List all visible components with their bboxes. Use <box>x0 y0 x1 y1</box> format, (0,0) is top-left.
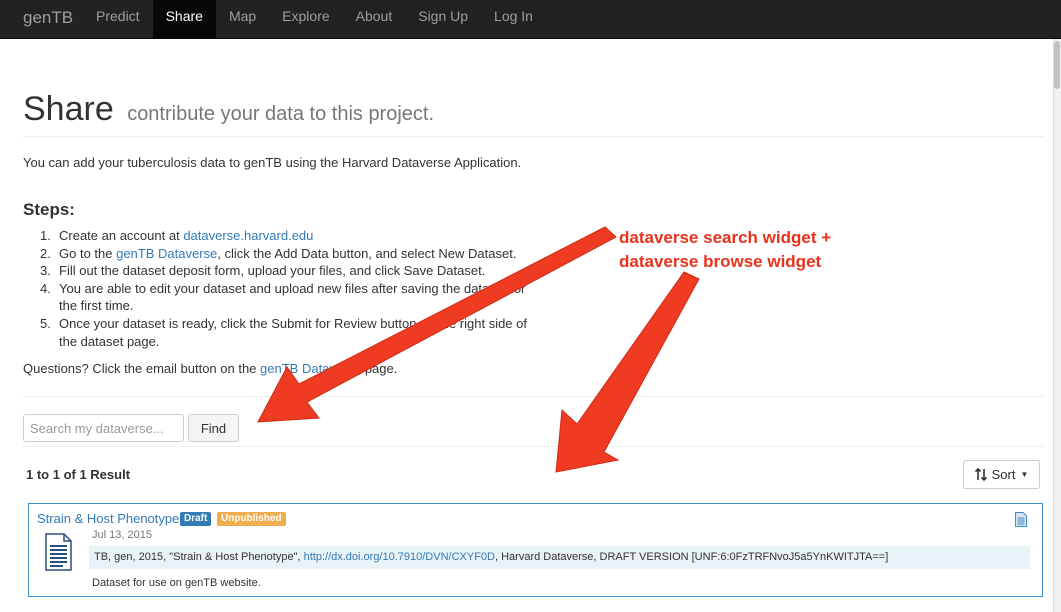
step-text-pre: Go to the <box>59 245 117 261</box>
citation-text-post: , Harvard Dataverse, DRAFT VERSION [UNF:… <box>495 551 889 563</box>
page-subtitle: contribute your data to this project. <box>127 103 435 125</box>
dataset-description: Dataset for use on genTB website. <box>92 577 261 589</box>
step-item: 1. Create an account at dataverse.harvar… <box>40 227 530 245</box>
page-title: Share contribute your data to this proje… <box>23 90 434 129</box>
annotation-line-1: dataverse search widget + <box>619 228 832 247</box>
step-number: 3. <box>40 263 51 279</box>
questions-text-pre: Questions? Click the email button on the <box>23 361 261 376</box>
sort-button[interactable]: Sort ▼ <box>963 460 1040 489</box>
step-number: 1. <box>40 228 51 243</box>
gentb-dataverse-link[interactable]: genTB Dataverse <box>116 246 217 261</box>
steps-list: 1. Create an account at dataverse.harvar… <box>40 227 530 350</box>
nav-item-share[interactable]: Share <box>152 0 216 39</box>
nav-item-explore[interactable]: Explore <box>269 0 342 39</box>
nav-menu: Predict Share Map Explore About Sign Up … <box>83 0 546 39</box>
step-text: Fill out the dataset deposit form, uploa… <box>59 263 486 279</box>
chevron-down-icon: ▼ <box>1020 470 1029 479</box>
nav-item-map[interactable]: Map <box>216 0 269 39</box>
sort-icon <box>974 468 987 481</box>
dataset-date: Jul 13, 2015 <box>92 529 152 541</box>
search-divider <box>23 446 1044 447</box>
step-text: Go to the genTB Dataverse, click the Add… <box>59 245 516 263</box>
steps-heading: Steps: <box>23 200 75 219</box>
gentb-dataverse-link[interactable]: genTB Dataverse <box>260 361 361 376</box>
dataset-document-icon <box>45 533 72 571</box>
questions-text: Questions? Click the email button on the… <box>23 361 397 376</box>
dataset-file-icon <box>1015 512 1027 527</box>
doi-link[interactable]: http://dx.doi.org/10.7910/DVN/CXYF0D <box>304 551 495 563</box>
intro-text: You can add your tuberculosis data to ge… <box>23 155 522 170</box>
step-number: 5. <box>40 315 51 331</box>
arrow-to-browse-widget <box>555 271 700 473</box>
step-number: 2. <box>40 245 51 261</box>
draft-badge: Draft <box>180 512 212 526</box>
step-item: 5. Once your dataset is ready, click the… <box>40 315 530 350</box>
dataverse-harvard-link[interactable]: dataverse.harvard.edu <box>183 228 313 243</box>
nav-item-predict[interactable]: Predict <box>83 0 153 39</box>
sort-label: Sort <box>991 467 1016 482</box>
top-navbar: genTB Predict Share Map Explore About Si… <box>0 0 1061 39</box>
questions-text-post: page. <box>361 361 398 376</box>
annotation-line-2: dataverse browse widget <box>619 252 822 271</box>
section-divider <box>23 396 1044 397</box>
brand-logo[interactable]: genTB <box>23 8 73 28</box>
citation-text: TB, gen, 2015, "Strain & Host Phenotype"… <box>94 551 304 563</box>
result-count: 1 to 1 of 1 Result <box>26 467 131 482</box>
unpublished-badge: Unpublished <box>217 512 286 526</box>
step-text: You are able to edit your dataset and up… <box>59 280 526 314</box>
nav-item-about[interactable]: About <box>343 0 406 39</box>
page-title-text: Share <box>23 90 114 128</box>
step-item: 4. You are able to edit your dataset and… <box>40 280 530 315</box>
search-input[interactable] <box>23 414 184 442</box>
dataset-citation: TB, gen, 2015, "Strain & Host Phenotype"… <box>89 546 1030 569</box>
header-divider <box>23 136 1044 137</box>
step-text: Once your dataset is ready, click the Su… <box>59 315 527 349</box>
scrollbar-track[interactable] <box>1053 39 1061 612</box>
scrollbar-thumb[interactable] <box>1054 41 1060 89</box>
step-text-post: , click the Add Data button, and select … <box>217 245 517 261</box>
step-text: Create an account at dataverse.harvard.e… <box>59 227 313 245</box>
step-number: 4. <box>40 280 51 296</box>
step-item: 3. Fill out the dataset deposit form, up… <box>40 262 530 280</box>
dataset-title-link[interactable]: Strain & Host Phenotype <box>37 511 179 526</box>
step-item: 2. Go to the genTB Dataverse, click the … <box>40 245 530 263</box>
annotation-label: dataverse search widget + dataverse brow… <box>619 226 831 274</box>
dataset-result-card: Strain & Host Phenotype Draft Unpublishe… <box>28 503 1043 597</box>
nav-item-log-in[interactable]: Log In <box>481 0 546 39</box>
nav-item-sign-up[interactable]: Sign Up <box>405 0 481 39</box>
find-button[interactable]: Find <box>188 414 239 442</box>
step-text-pre: Create an account at <box>59 228 184 243</box>
